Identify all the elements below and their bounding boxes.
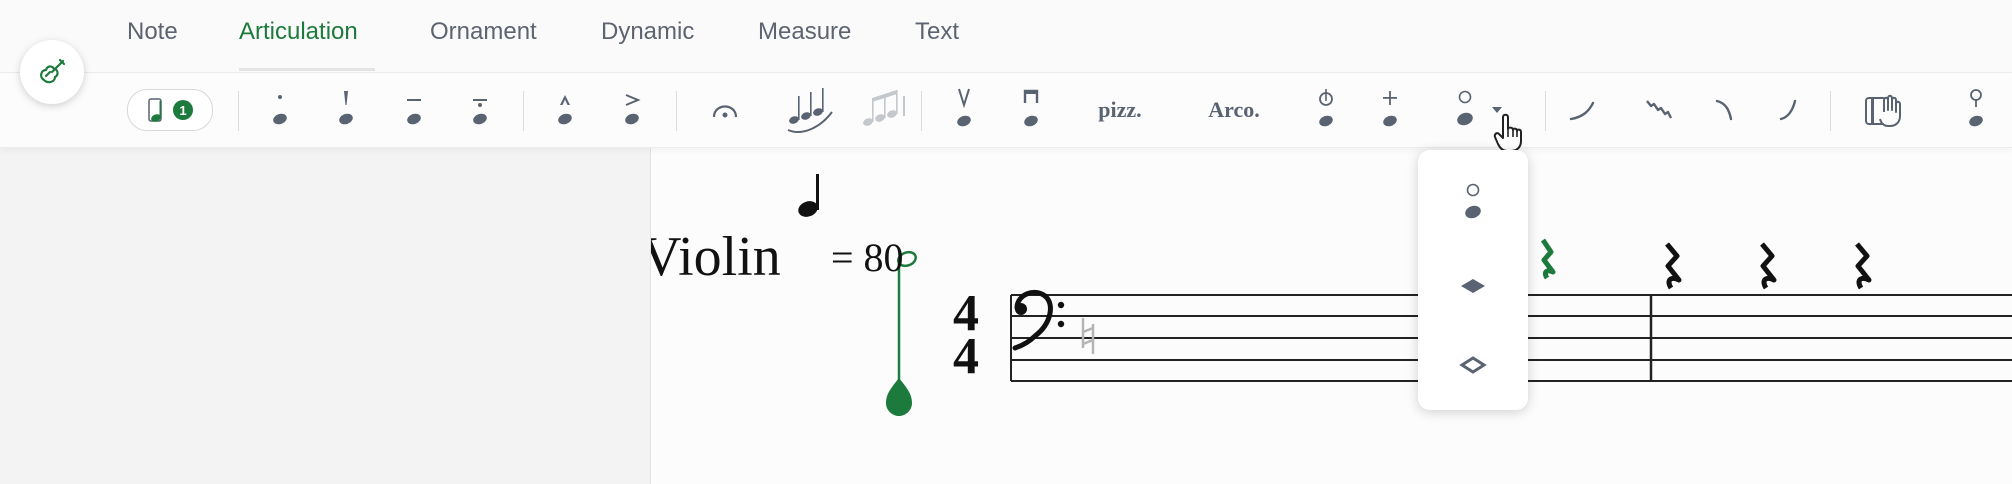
thumb-position-button[interactable] — [1956, 73, 1996, 147]
fall-button[interactable] — [1766, 73, 1810, 147]
selected-rest[interactable] — [1540, 238, 1556, 280]
tab-text[interactable]: Text — [915, 18, 959, 46]
fingering-button[interactable] — [1860, 73, 1914, 147]
left-panel — [0, 148, 651, 484]
toolbar-separator — [523, 91, 524, 131]
toolbar-separator — [921, 91, 922, 131]
natural-harmonic-icon — [1465, 183, 1481, 219]
tab-note[interactable]: Note — [127, 18, 178, 46]
snap-pizzicato-icon — [1319, 89, 1333, 127]
tempo-marking: = 80 — [831, 235, 904, 280]
portato-button[interactable] — [460, 73, 500, 147]
scoop-icon — [1569, 101, 1595, 121]
time-signature-bottom: 4 — [953, 328, 979, 385]
left-hand-pizz-button[interactable] — [1370, 73, 1410, 147]
harmonic-dropdown-menu — [1418, 150, 1528, 410]
staccato-icon — [273, 95, 287, 125]
tenuto-icon — [407, 99, 421, 125]
articulation-toolbar: pizz. Arco. — [0, 73, 2012, 152]
pizz-label: pizz. — [1098, 97, 1142, 122]
staccato-button[interactable] — [260, 73, 300, 147]
marcato-button[interactable] — [545, 73, 585, 147]
scoop-button[interactable] — [1560, 73, 1604, 147]
plop-icon — [1715, 99, 1733, 121]
harmonic-natural-option[interactable] — [1418, 168, 1528, 238]
tab-articulation[interactable]: Articulation — [239, 18, 358, 46]
natural-sign-icon — [1081, 318, 1095, 354]
slur-button[interactable] — [782, 73, 838, 147]
down-bow-icon — [1023, 89, 1039, 127]
violin-icon — [40, 58, 66, 84]
plus-icon — [1383, 91, 1397, 127]
harmonic-icon — [1457, 90, 1473, 126]
score-canvas[interactable]: Violin = 80 4 4 — [651, 148, 2012, 484]
selection-pill[interactable]: 1 — [127, 89, 213, 131]
beamed-slur-button[interactable] — [856, 73, 912, 147]
pizz-button[interactable]: pizz. — [1085, 73, 1155, 147]
wavy-fall-button[interactable] — [1636, 73, 1680, 147]
harmonic-button[interactable] — [1440, 73, 1490, 147]
score-svg — [798, 174, 2012, 416]
beamed-notes-icon — [863, 90, 905, 126]
toolbar-separator — [238, 91, 239, 131]
toolbar-separator — [1545, 91, 1546, 131]
hand-cursor-icon — [1492, 113, 1526, 153]
tenuto-button[interactable] — [394, 73, 434, 147]
arco-label: Arco. — [1208, 97, 1260, 122]
toolbar-separator — [1830, 91, 1831, 131]
thumb-position-icon — [1969, 89, 1983, 127]
staccatissimo-button[interactable] — [326, 73, 366, 147]
up-bow-icon — [957, 88, 971, 127]
selection-count-badge: 1 — [173, 100, 193, 120]
tab-dynamic[interactable]: Dynamic — [601, 18, 694, 46]
fall-icon — [1779, 99, 1797, 121]
selected-note-icon — [148, 98, 162, 122]
up-bow-button[interactable] — [944, 73, 984, 147]
instrument-name: Violin — [651, 226, 781, 288]
harmonic-diamond-open-option[interactable] — [1418, 330, 1528, 400]
tab-measure[interactable]: Measure — [758, 18, 851, 46]
fingering-hand-icon — [1865, 94, 1901, 127]
top-tab-bar: Note Articulation Ornament Dynamic Measu… — [0, 0, 2012, 73]
harmonic-diamond-filled-option[interactable] — [1418, 251, 1528, 321]
accent-icon — [625, 94, 641, 125]
slur-notes-icon — [787, 88, 833, 133]
quarter-rests — [1665, 242, 1872, 290]
wavy-fall-icon — [1646, 100, 1673, 119]
diamond-open-icon — [1459, 356, 1487, 374]
tab-ornament[interactable]: Ornament — [430, 18, 537, 46]
accent-button[interactable] — [612, 73, 652, 147]
instrument-menu-button[interactable] — [20, 40, 84, 104]
bass-clef-icon — [1012, 290, 1065, 351]
quarter-note-icon — [798, 174, 819, 217]
plop-button[interactable] — [1702, 73, 1746, 147]
arco-button[interactable]: Arco. — [1196, 73, 1272, 147]
diamond-filled-icon — [1461, 279, 1485, 293]
portato-icon — [473, 99, 487, 125]
fermata-icon — [712, 105, 738, 118]
fermata-button[interactable] — [700, 73, 750, 147]
staccatissimo-icon — [339, 91, 353, 125]
down-bow-button[interactable] — [1011, 73, 1051, 147]
toolbar-separator — [676, 91, 677, 131]
active-tab-indicator — [239, 68, 375, 71]
marcato-icon — [558, 95, 572, 125]
snap-pizzicato-button[interactable] — [1306, 73, 1346, 147]
